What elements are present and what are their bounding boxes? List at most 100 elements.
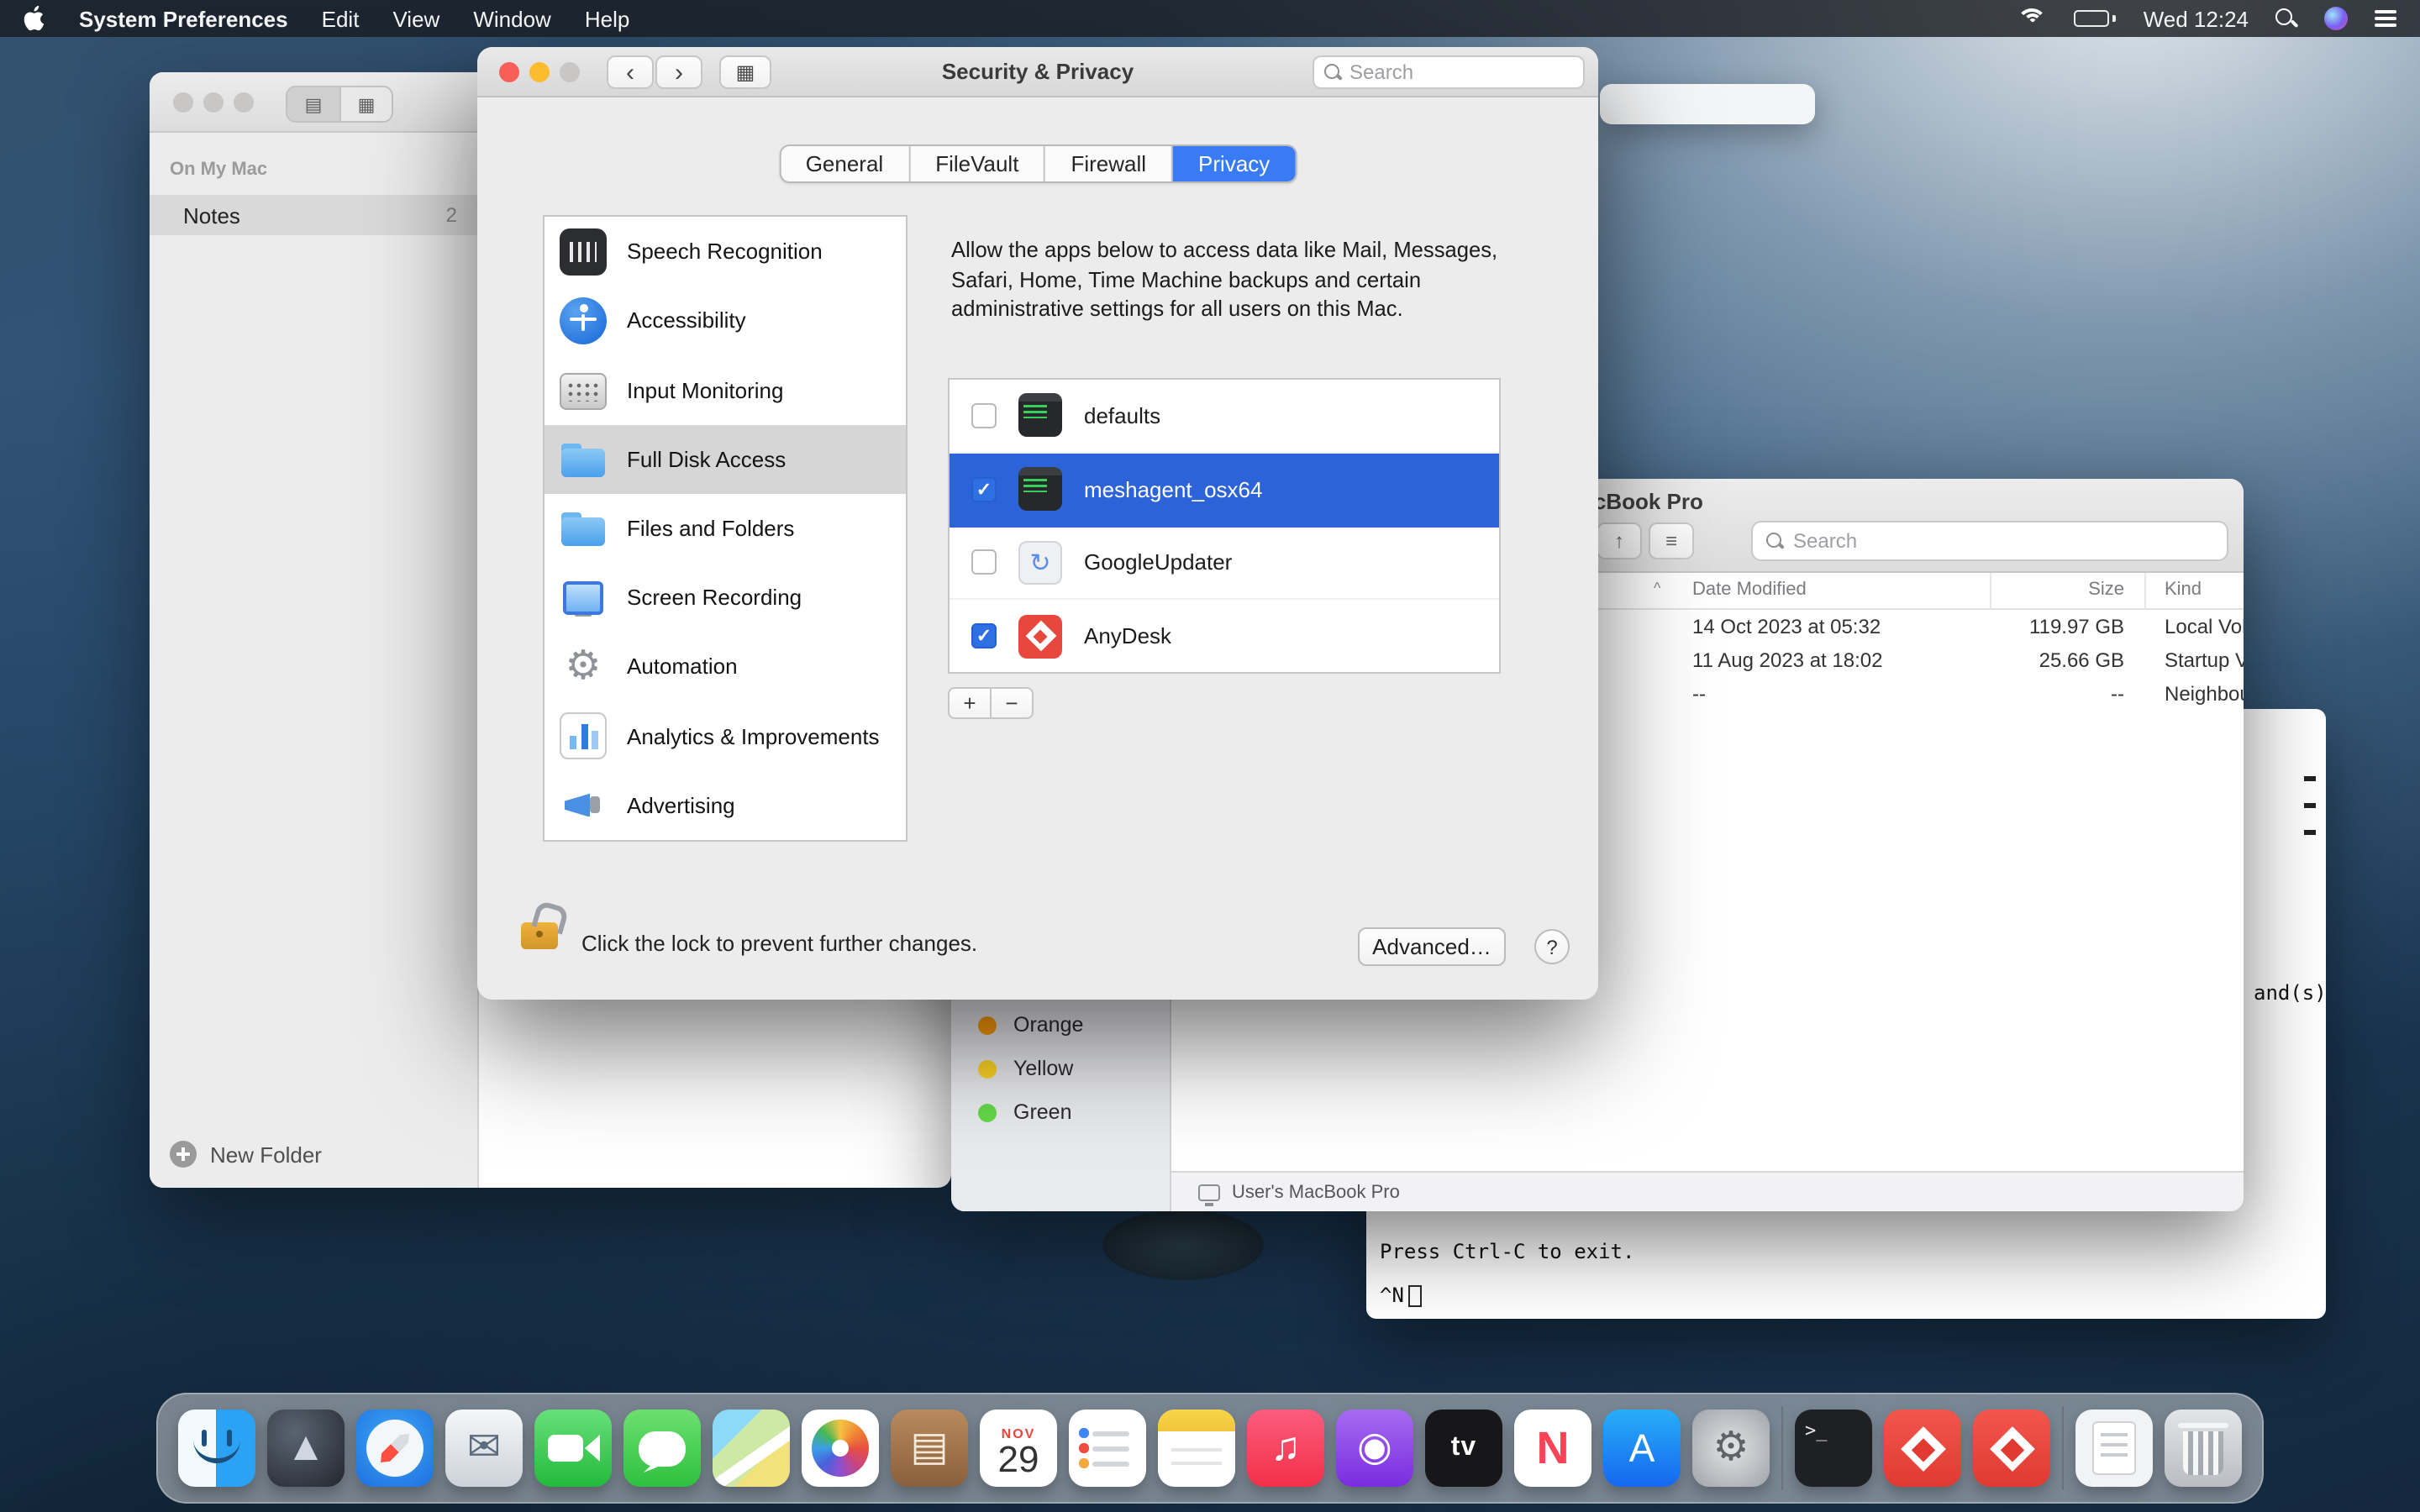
sidebar-item-speech-recognition[interactable]: Speech Recognition [544, 217, 906, 286]
accessibility-icon [560, 297, 607, 344]
help-button[interactable]: ? [1534, 929, 1570, 964]
sidebar-item-label: Screen Recording [627, 585, 802, 610]
dock-item-music[interactable]: ♫ [1247, 1410, 1324, 1487]
tag-green[interactable]: Green [978, 1092, 1072, 1132]
app-row-googleupdater[interactable]: GoogleUpdater [950, 527, 1499, 601]
dock-item-calendar[interactable]: NOV29 [980, 1410, 1057, 1487]
tab-general[interactable]: General [781, 146, 911, 181]
finder-search-field[interactable] [1751, 521, 2228, 561]
sidebar-item-full-disk-access[interactable]: Full Disk Access [544, 424, 906, 493]
new-folder-button[interactable]: New Folder [170, 1141, 322, 1168]
terminal-output-line: Press Ctrl-C to exit. [1380, 1240, 1634, 1263]
add-app-button[interactable]: + [948, 687, 992, 719]
dock-item-contacts[interactable]: ▤ [891, 1410, 968, 1487]
menu-edit[interactable]: Edit [322, 6, 360, 31]
column-separator [1990, 573, 1991, 610]
menu-view[interactable]: View [392, 6, 439, 31]
sidebar-item-files-and-folders[interactable]: Files and Folders [544, 494, 906, 563]
column-header-date[interactable]: Date Modified [1692, 580, 1807, 600]
dock-item-notes[interactable] [1158, 1410, 1235, 1487]
active-app-menu[interactable]: System Preferences [79, 6, 288, 31]
minimize-icon[interactable] [203, 92, 224, 113]
app-row-anydesk[interactable]: AnyDesk [950, 601, 1499, 673]
dock-item-app-store[interactable]: A [1603, 1410, 1681, 1487]
dock-item-anydesk[interactable] [1884, 1410, 1961, 1487]
grid-view-icon[interactable]: ▦ [339, 87, 392, 121]
sidebar-item-label: Files and Folders [627, 516, 794, 541]
tag-orange[interactable]: Orange [978, 1005, 1083, 1045]
spotlight-icon[interactable] [2275, 8, 2297, 29]
tab-firewall[interactable]: Firewall [1045, 146, 1173, 181]
zoom-icon[interactable] [234, 92, 254, 113]
menu-bar-clock[interactable]: Wed 12:24 [2144, 6, 2249, 31]
sidebar-item-automation[interactable]: Automation [544, 633, 906, 701]
dock-item-finder[interactable] [178, 1410, 255, 1487]
dock-item-facetime[interactable] [534, 1410, 612, 1487]
sidebar-item-screen-recording[interactable]: Screen Recording [544, 563, 906, 632]
sidebar-item-accessibility[interactable]: Accessibility [544, 286, 906, 354]
notes-sidebar: On My Mac Notes 2 New Folder [150, 133, 479, 1188]
dock-item-reminders[interactable] [1069, 1410, 1146, 1487]
sidebar-item-input-monitoring[interactable]: Input Monitoring [544, 355, 906, 424]
sidebar-item-advertising[interactable]: Advertising [544, 771, 906, 840]
privacy-detail-pane: Allow the apps below to access data like… [921, 215, 1526, 842]
preferences-search-input[interactable] [1349, 60, 1573, 84]
battery-icon[interactable] [2075, 10, 2117, 27]
preferences-search-field[interactable] [1313, 55, 1585, 89]
control-center-icon[interactable] [2375, 11, 2396, 27]
checkbox[interactable] [971, 403, 997, 428]
notes-folder-row[interactable]: Notes 2 [150, 195, 477, 235]
dock-item-anydesk-2[interactable] [1973, 1410, 2050, 1487]
dock-item-terminal[interactable]: >_ [1795, 1410, 1872, 1487]
dock-item-launchpad[interactable]: ▲ [267, 1410, 345, 1487]
dock-item-photos[interactable] [802, 1410, 879, 1487]
checkbox[interactable] [971, 550, 997, 575]
finder-search-input[interactable] [1793, 529, 2213, 553]
background-window-fragment [1600, 84, 1815, 124]
share-icon[interactable]: ↑ [1597, 522, 1642, 559]
dock-item-document[interactable] [2075, 1410, 2153, 1487]
terminal-keystroke: ^N [1380, 1284, 1404, 1307]
advanced-button[interactable]: Advanced… [1358, 927, 1506, 966]
sidebar-item-label: Accessibility [627, 308, 746, 333]
dock-item-safari[interactable] [356, 1410, 434, 1487]
app-row-defaults[interactable]: defaults [950, 380, 1499, 454]
dock-item-mail[interactable]: ✉ [445, 1410, 523, 1487]
remove-app-button[interactable]: − [990, 687, 1034, 719]
tab-filevault[interactable]: FileVault [910, 146, 1045, 181]
menu-help[interactable]: Help [585, 6, 630, 31]
dock-item-messages[interactable] [623, 1410, 701, 1487]
sidebar-item-label: Advertising [627, 793, 735, 818]
checkbox[interactable] [971, 476, 997, 501]
notes-section-label: On My Mac [170, 160, 477, 180]
siri-icon[interactable] [2324, 7, 2348, 30]
dock-divider [2062, 1406, 2064, 1490]
sidebar-item-analytics[interactable]: Analytics & Improvements [544, 701, 906, 770]
dock-item-tv[interactable]: tv [1425, 1410, 1502, 1487]
search-icon [1324, 64, 1341, 81]
apple-logo [24, 5, 45, 32]
column-header-kind[interactable]: Kind [2165, 580, 2202, 600]
sort-chevron-icon[interactable]: ^ [1654, 580, 1660, 596]
close-icon[interactable] [173, 92, 193, 113]
lock-icon[interactable] [521, 922, 558, 949]
cell-size: 25.66 GB [2039, 648, 2124, 672]
terminal-scroll-mark [2304, 830, 2316, 834]
dock-item-podcasts[interactable]: ◉ [1336, 1410, 1413, 1487]
apple-menu-icon[interactable] [24, 5, 45, 32]
wifi-icon[interactable] [2018, 8, 2048, 29]
checkbox[interactable] [971, 623, 997, 648]
tab-privacy[interactable]: Privacy [1173, 146, 1295, 181]
action-menu-icon[interactable]: ≡ [1649, 522, 1694, 559]
dock-item-news[interactable]: N [1514, 1410, 1591, 1487]
security-privacy-window: ‹ › ▦ Security & Privacy General FileVau… [477, 47, 1598, 1000]
column-header-size[interactable]: Size [2088, 580, 2124, 600]
dock-item-trash[interactable] [2165, 1410, 2242, 1487]
tag-yellow[interactable]: Yellow [978, 1048, 1073, 1089]
terminal-scroll-mark [2304, 776, 2316, 780]
app-row-meshagent[interactable]: meshagent_osx64 [950, 454, 1499, 528]
list-view-icon[interactable]: ▤ [287, 87, 339, 121]
dock-item-maps[interactable] [713, 1410, 790, 1487]
menu-window[interactable]: Window [473, 6, 551, 31]
dock-item-system-preferences[interactable]: ⚙ [1692, 1410, 1770, 1487]
